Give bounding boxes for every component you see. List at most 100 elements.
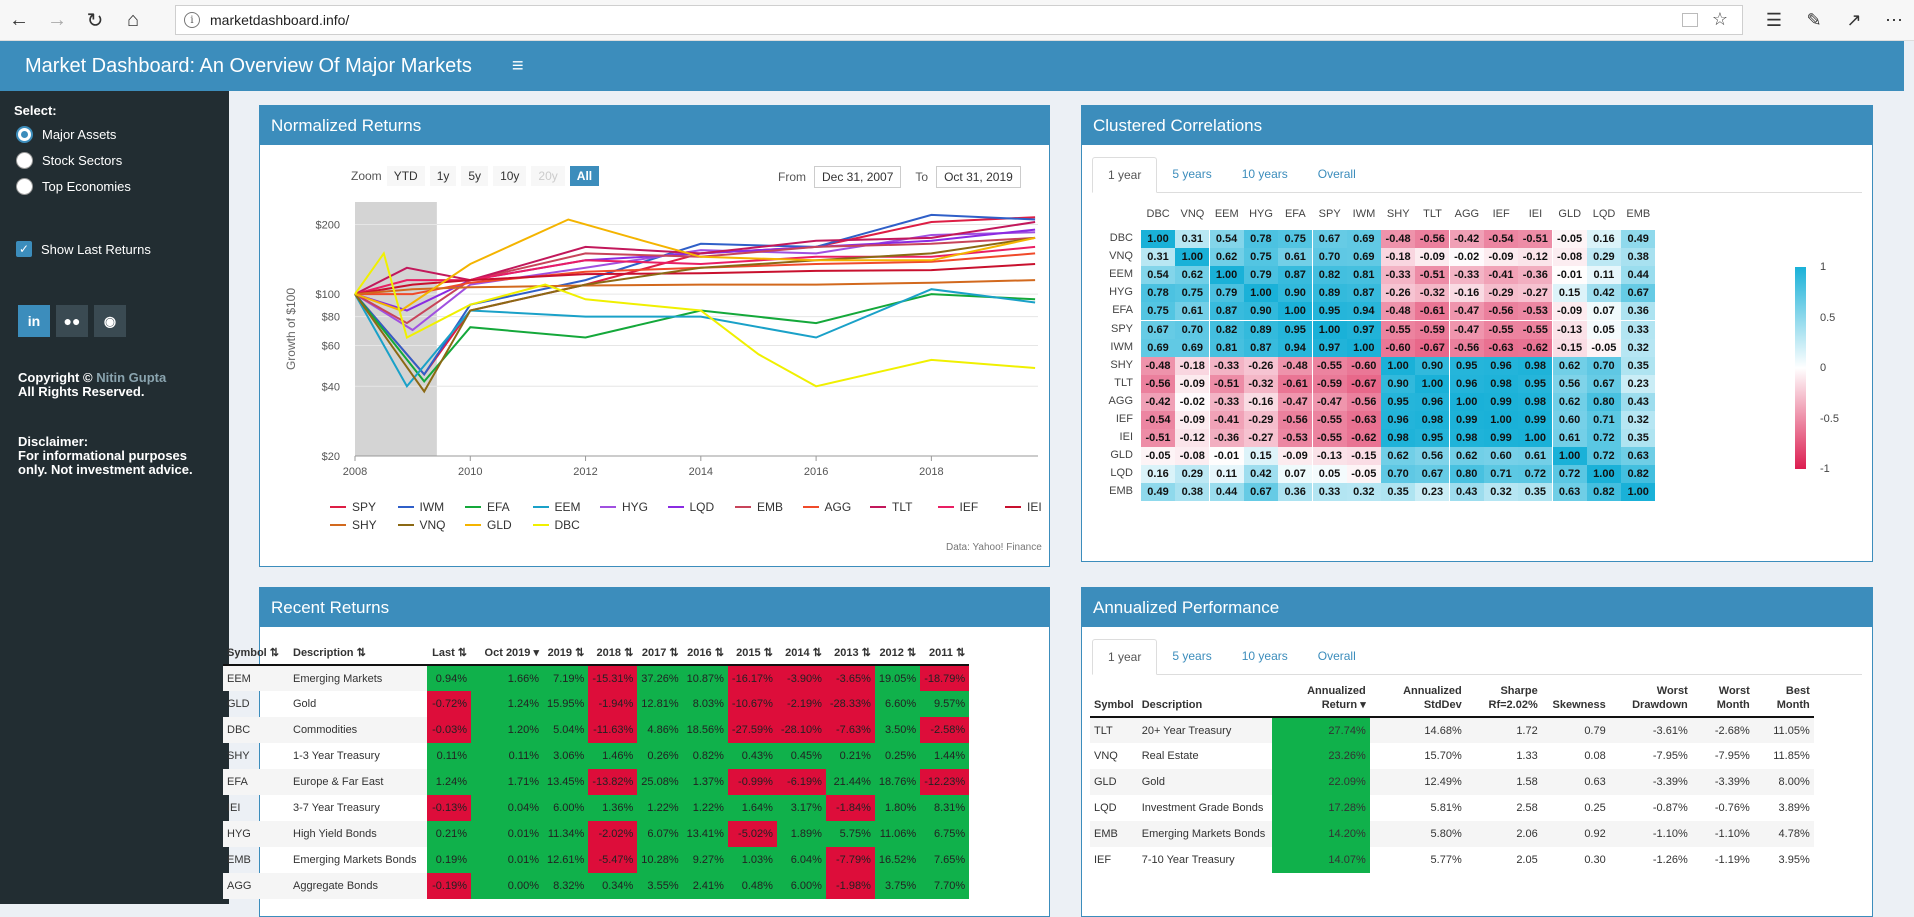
legend-item-hyg[interactable]: HYG (600, 500, 648, 514)
corr-cell[interactable]: 0.80 (1586, 392, 1621, 411)
corr-cell[interactable]: 0.61 (1552, 429, 1587, 448)
corr-cell[interactable]: -0.63 (1484, 338, 1518, 357)
corr-cell[interactable]: 0.75 (1243, 248, 1278, 267)
corr-cell[interactable]: 0.11 (1586, 266, 1621, 285)
corr-cell[interactable]: -0.42 (1449, 230, 1484, 248)
corr-cell[interactable]: 0.60 (1484, 447, 1518, 466)
tab-1-year[interactable]: 1 year (1092, 639, 1158, 675)
corr-cell[interactable]: 0.69 (1346, 248, 1381, 267)
corr-cell[interactable]: 0.61 (1278, 248, 1313, 267)
favorite-star-icon[interactable]: ☆ (1712, 9, 1728, 30)
corr-cell[interactable]: 0.97 (1312, 338, 1347, 357)
corr-cell[interactable]: -0.15 (1346, 447, 1381, 466)
corr-cell[interactable]: 0.29 (1175, 465, 1210, 484)
zoom-all-button[interactable]: All (569, 166, 600, 186)
corr-cell[interactable]: -0.62 (1518, 338, 1553, 357)
corr-cell[interactable]: 0.95 (1518, 374, 1553, 393)
corr-cell[interactable]: 0.63 (1621, 447, 1656, 466)
series-line-gld[interactable] (354, 218, 1036, 312)
corr-cell[interactable]: 0.67 (1312, 230, 1347, 248)
corr-cell[interactable]: 0.82 (1312, 266, 1347, 285)
corr-cell[interactable]: 0.70 (1586, 356, 1621, 375)
legend-item-iei[interactable]: IEI (1005, 500, 1042, 514)
to-date-input[interactable]: Oct 31, 2019 (936, 166, 1021, 188)
corr-cell[interactable]: 0.87 (1209, 302, 1244, 321)
corr-cell[interactable]: 1.00 (1552, 447, 1587, 466)
corr-cell[interactable]: 0.35 (1621, 356, 1656, 375)
corr-cell[interactable]: -0.26 (1381, 284, 1416, 303)
corr-cell[interactable]: 0.11 (1209, 465, 1244, 484)
corr-cell[interactable]: 0.99 (1449, 411, 1484, 429)
corr-cell[interactable]: 1.00 (1346, 338, 1381, 357)
corr-cell[interactable]: -0.61 (1278, 374, 1313, 393)
corr-cell[interactable]: 0.98 (1415, 411, 1450, 429)
corr-cell[interactable]: 0.78 (1243, 230, 1278, 248)
corr-cell[interactable]: -0.01 (1209, 447, 1244, 466)
corr-cell[interactable]: 0.78 (1141, 284, 1175, 303)
legend-item-eem[interactable]: EEM (532, 500, 581, 514)
corr-cell[interactable]: -0.60 (1381, 338, 1416, 357)
corr-cell[interactable]: -0.09 (1175, 374, 1210, 393)
corr-cell[interactable]: -0.60 (1346, 356, 1381, 375)
corr-cell[interactable]: -0.01 (1552, 266, 1587, 285)
radio-major-assets[interactable]: Major Assets (16, 126, 116, 143)
corr-cell[interactable]: 0.38 (1621, 248, 1656, 267)
corr-cell[interactable]: 0.32 (1621, 338, 1656, 357)
corr-cell[interactable]: 0.80 (1449, 465, 1484, 484)
corr-cell[interactable]: -0.55 (1484, 320, 1518, 339)
legend-item-tlt[interactable]: TLT (870, 500, 912, 514)
corr-cell[interactable]: 1.00 (1209, 266, 1244, 285)
corr-cell[interactable]: 1.00 (1278, 302, 1313, 321)
corr-cell[interactable]: 0.32 (1621, 411, 1656, 429)
radio-button-icon[interactable] (16, 126, 33, 143)
corr-cell[interactable]: 1.00 (1381, 356, 1416, 375)
corr-cell[interactable]: -0.41 (1209, 411, 1244, 429)
column-header[interactable]: Description ⇅ (289, 641, 427, 666)
column-header[interactable]: 2014 ⇅ (776, 641, 826, 666)
legend-item-dbc[interactable]: DBC (532, 518, 580, 532)
corr-cell[interactable]: 0.96 (1415, 392, 1450, 411)
corr-cell[interactable]: -0.63 (1346, 411, 1381, 429)
tab-overall[interactable]: Overall (1303, 157, 1371, 192)
corr-cell[interactable]: 0.36 (1278, 483, 1313, 502)
corr-cell[interactable]: 0.54 (1141, 266, 1175, 285)
column-header[interactable]: 2019 ⇅ (543, 641, 589, 666)
corr-cell[interactable]: 0.56 (1552, 374, 1587, 393)
corr-cell[interactable]: 0.42 (1243, 465, 1278, 484)
menu-toggle-icon[interactable]: ≡ (512, 55, 524, 78)
corr-cell[interactable]: -0.48 (1381, 302, 1416, 321)
corr-cell[interactable]: 0.72 (1586, 429, 1621, 448)
corr-cell[interactable]: 0.32 (1346, 483, 1381, 502)
show-last-returns-checkbox[interactable]: ✓ Show Last Returns (16, 241, 151, 257)
corr-cell[interactable]: -0.54 (1141, 411, 1175, 429)
corr-cell[interactable]: 0.94 (1278, 338, 1313, 357)
corr-cell[interactable]: -0.33 (1209, 356, 1244, 375)
corr-cell[interactable]: -0.55 (1381, 320, 1416, 339)
corr-cell[interactable]: -0.16 (1243, 392, 1278, 411)
forward-icon[interactable]: → (38, 4, 76, 36)
legend-item-spy[interactable]: SPY (330, 500, 376, 514)
corr-cell[interactable]: -0.18 (1381, 248, 1416, 267)
favorites-list-icon[interactable]: ☰ (1754, 10, 1794, 31)
corr-cell[interactable]: 0.44 (1621, 266, 1656, 285)
column-header[interactable]: Last ⇅ (427, 641, 471, 666)
corr-cell[interactable]: 0.05 (1312, 465, 1347, 484)
corr-cell[interactable]: -0.51 (1209, 374, 1244, 393)
column-header[interactable]: Annualized Return ▾ (1271, 680, 1370, 718)
corr-cell[interactable]: 0.97 (1346, 320, 1381, 339)
corr-cell[interactable]: -0.12 (1518, 248, 1553, 267)
corr-cell[interactable]: 0.61 (1518, 447, 1553, 466)
column-header[interactable]: 2018 ⇅ (588, 641, 638, 666)
corr-cell[interactable]: -0.56 (1278, 411, 1313, 429)
corr-cell[interactable]: 0.49 (1141, 483, 1175, 502)
corr-cell[interactable]: 0.62 (1175, 266, 1210, 285)
corr-cell[interactable]: 0.35 (1621, 429, 1656, 448)
corr-cell[interactable]: 0.98 (1518, 392, 1553, 411)
zoom-ytd-button[interactable]: YTD (386, 166, 425, 186)
corr-cell[interactable]: 0.31 (1141, 248, 1175, 267)
corr-cell[interactable]: 0.33 (1621, 320, 1656, 339)
corr-cell[interactable]: 0.79 (1209, 284, 1244, 303)
corr-cell[interactable]: -0.08 (1552, 248, 1587, 267)
address-bar[interactable]: i marketdashboard.info/ ☆ (175, 5, 1743, 35)
legend-item-shy[interactable]: SHY (330, 518, 377, 532)
